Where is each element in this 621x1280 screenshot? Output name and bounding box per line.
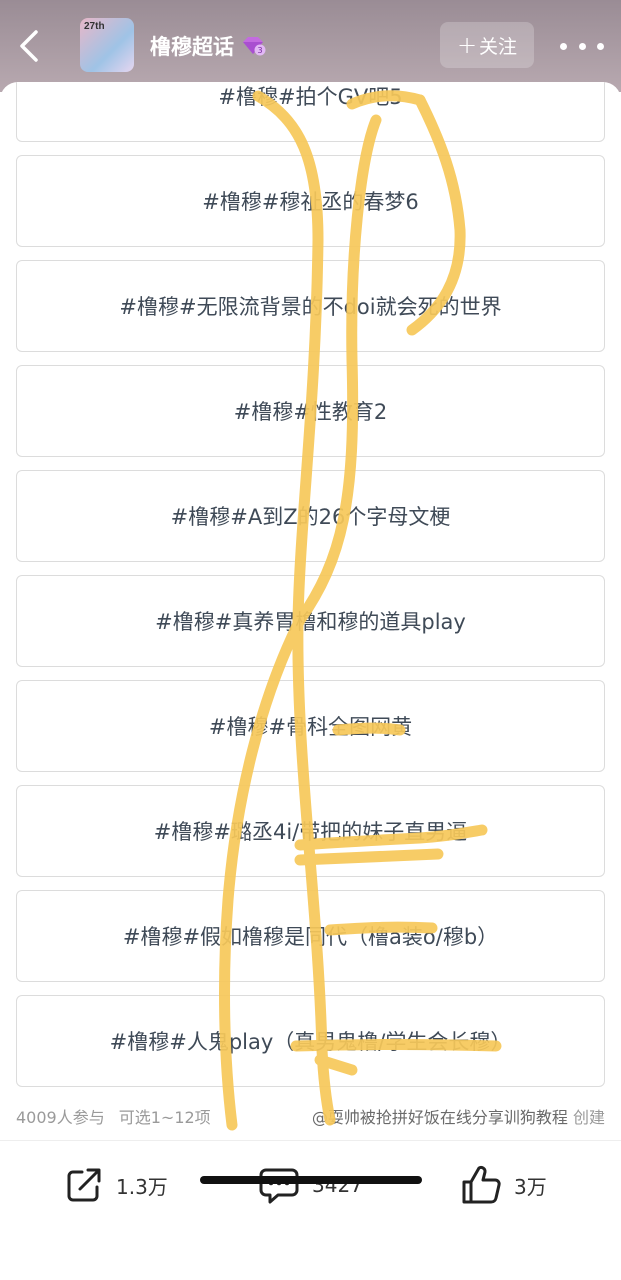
poll-option[interactable]: #橹穆#假如橹穆是同代（橹a装o/穆b） bbox=[16, 890, 605, 982]
poll-creator[interactable]: @耍帅被抢拼好饭在线分享训狗教程 创建 bbox=[312, 1104, 605, 1128]
divider bbox=[0, 1140, 621, 1141]
follow-label: 关注 bbox=[479, 35, 518, 58]
chevron-left-icon bbox=[20, 30, 38, 62]
thumbs-up-icon bbox=[462, 1165, 501, 1204]
share-icon bbox=[67, 1168, 101, 1202]
like-count: 3万 bbox=[514, 1174, 547, 1199]
poll-option[interactable]: #橹穆#真养胃橹和穆的道具play bbox=[16, 575, 605, 667]
gem-level-icon: 3 bbox=[243, 37, 266, 56]
comment-icon bbox=[259, 1168, 299, 1204]
plus-icon: + bbox=[456, 31, 478, 59]
participant-count: 4009人参与 bbox=[16, 1108, 105, 1127]
follow-button[interactable]: + 关注 bbox=[440, 22, 534, 68]
home-indicator bbox=[200, 1176, 422, 1184]
share-button[interactable]: 1.3万 bbox=[64, 1162, 168, 1208]
creator-suffix: 创建 bbox=[572, 1108, 605, 1127]
creator-name[interactable]: @耍帅被抢拼好饭在线分享训狗教程 bbox=[312, 1108, 568, 1127]
action-bar: 1.3万 3427 3万 bbox=[0, 1162, 621, 1208]
back-button[interactable] bbox=[14, 26, 44, 66]
share-count: 1.3万 bbox=[116, 1174, 168, 1199]
poll-option[interactable]: #橹穆#骨科全图网黄 bbox=[16, 680, 605, 772]
poll-sheet: #橹穆#拍个GV吧5 #橹穆#穆祉丞的春梦6 #橹穆#无限流背景的不doi就会死… bbox=[0, 82, 621, 1280]
poll-option[interactable]: #橹穆#人鬼play（真男鬼橹/学生会长穆） bbox=[16, 995, 605, 1087]
poll-option[interactable]: #橹穆#无限流背景的不doi就会死的世界 bbox=[16, 260, 605, 352]
more-button[interactable] bbox=[560, 34, 604, 58]
avatar-text: 27th bbox=[84, 21, 105, 32]
poll-option[interactable]: #橹穆#拍个GV吧5 bbox=[16, 82, 605, 142]
poll-option[interactable]: #橹穆#A到Z的26个字母文梗 bbox=[16, 470, 605, 562]
more-dot-icon bbox=[597, 42, 604, 50]
like-button[interactable]: 3万 bbox=[460, 1162, 547, 1208]
poll-option[interactable]: #橹穆#穆祉丞的春梦6 bbox=[16, 155, 605, 247]
poll-option[interactable]: #橹穆#璐丞4i/带把的妹子直男逼 bbox=[16, 785, 605, 877]
poll-option[interactable]: #橹穆#性教育2 bbox=[16, 365, 605, 457]
comment-button[interactable]: 3427 bbox=[258, 1162, 363, 1208]
more-dot-icon bbox=[560, 42, 567, 50]
header-bar: 27th 橹穆超话 3 + 关注 bbox=[0, 0, 621, 92]
selectable-range: 可选1~12项 bbox=[118, 1108, 211, 1127]
more-dot-icon bbox=[578, 42, 586, 50]
page-title: 橹穆超话 bbox=[150, 35, 234, 59]
avatar[interactable]: 27th bbox=[80, 18, 134, 72]
svg-text:3: 3 bbox=[257, 46, 262, 55]
poll-meta: 4009人参与 可选1~12项 @耍帅被抢拼好饭在线分享训狗教程 创建 bbox=[16, 1104, 605, 1128]
